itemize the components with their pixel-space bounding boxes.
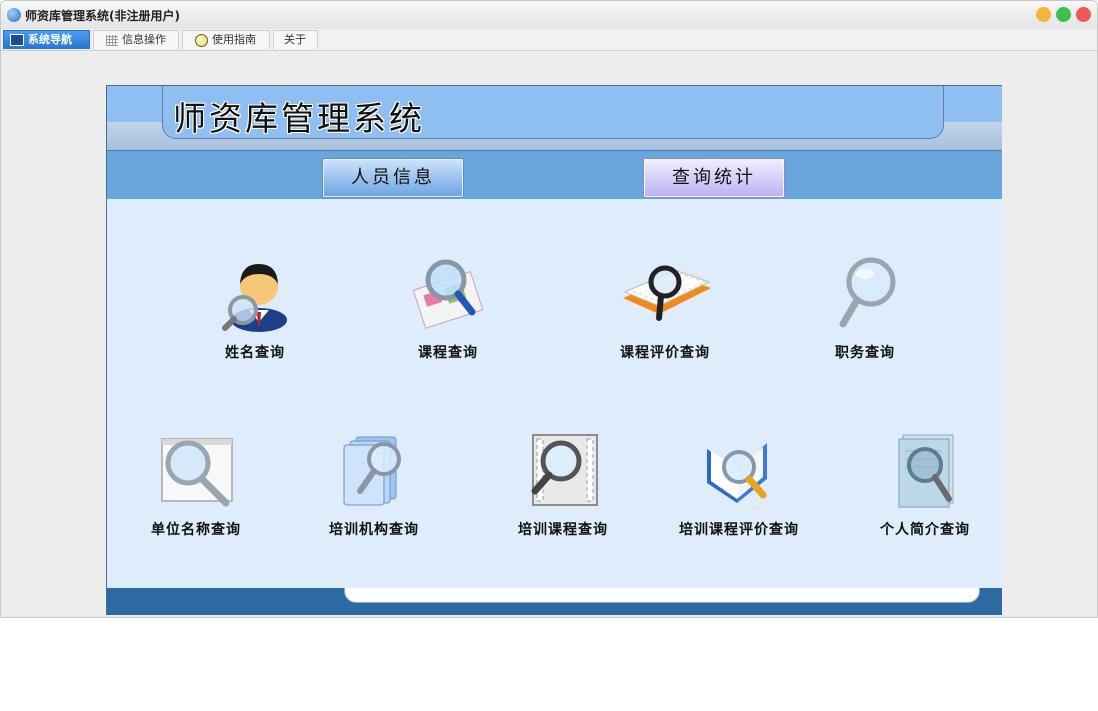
film-search-icon — [531, 434, 598, 506]
position-query-item[interactable]: 职务查询 — [795, 252, 935, 362]
name-query-item[interactable]: 姓名查询 — [185, 252, 325, 362]
personal-profile-query-item[interactable]: 个人简介查询 — [855, 429, 995, 539]
banner: 师资库管理系统 — [107, 86, 1002, 150]
item-label: 培训课程查询 — [518, 522, 608, 538]
bulb-icon — [195, 33, 208, 47]
item-label: 姓名查询 — [225, 345, 285, 361]
folder-search-icon — [343, 436, 401, 506]
footer-pill — [344, 588, 980, 603]
tab-label: 使用指南 — [212, 33, 256, 46]
app-window: 师资库管理系统(非注册用户) 系统导航 信息操作 使用指南 关于 师资库管理系统… — [0, 0, 1098, 618]
item-label: 个人简介查询 — [880, 522, 970, 538]
map-search-icon — [412, 259, 484, 329]
close-button[interactable] — [1076, 7, 1091, 22]
tab-label: 系统导航 — [28, 33, 72, 46]
minimize-button[interactable] — [1036, 7, 1051, 22]
item-label: 课程评价查询 — [620, 345, 710, 361]
tab-about[interactable]: 关于 — [273, 30, 318, 49]
screen-icon — [10, 34, 24, 46]
item-label: 单位名称查询 — [151, 522, 241, 538]
panel-footer — [107, 588, 1002, 615]
training-institution-query-item[interactable]: 培训机构查询 — [304, 429, 444, 539]
tab-bar: 系统导航 信息操作 使用指南 关于 — [1, 29, 1097, 51]
tab-system-navigation[interactable]: 系统导航 — [3, 30, 90, 49]
unit-name-query-item[interactable]: 单位名称查询 — [126, 429, 266, 539]
banner-title: 师资库管理系统 — [173, 99, 425, 138]
title-bar: 师资库管理系统(非注册用户) — [1, 1, 1097, 30]
query-statistics-button[interactable]: 查询统计 — [643, 158, 785, 198]
navigation-panel: 师资库管理系统 人员信息 查询统计 姓名查询 课程查询 课程评价查询 职务查询 … — [106, 85, 1002, 615]
app-logo-icon — [7, 8, 21, 22]
item-label: 课程查询 — [418, 345, 478, 361]
document-search-icon — [898, 434, 954, 508]
training-course-query-item[interactable]: 培训课程查询 — [493, 429, 633, 539]
tab-label: 关于 — [284, 33, 306, 46]
course-evaluation-query-item[interactable]: 课程评价查询 — [595, 252, 735, 362]
course-query-item[interactable]: 课程查询 — [378, 252, 518, 362]
tab-user-guide[interactable]: 使用指南 — [182, 30, 270, 49]
magnifier-icon — [839, 257, 896, 328]
tab-info-operation[interactable]: 信息操作 — [93, 30, 179, 49]
nav-strip: 人员信息 查询统计 — [107, 150, 1002, 199]
person-search-icon — [222, 264, 287, 332]
item-label: 职务查询 — [835, 345, 895, 361]
window-title: 师资库管理系统(非注册用户) — [25, 9, 180, 23]
open-book-search-icon — [707, 443, 767, 503]
grid-icon — [106, 34, 118, 46]
item-label: 培训课程评价查询 — [679, 522, 799, 538]
book-search-icon — [623, 265, 711, 321]
item-label: 培训机构查询 — [329, 522, 419, 538]
maximize-button[interactable] — [1056, 7, 1071, 22]
personnel-info-button[interactable]: 人员信息 — [322, 158, 464, 198]
training-course-evaluation-query-item[interactable]: 培训课程评价查询 — [669, 429, 809, 539]
window-search-icon — [161, 438, 233, 507]
tab-label: 信息操作 — [122, 33, 166, 46]
